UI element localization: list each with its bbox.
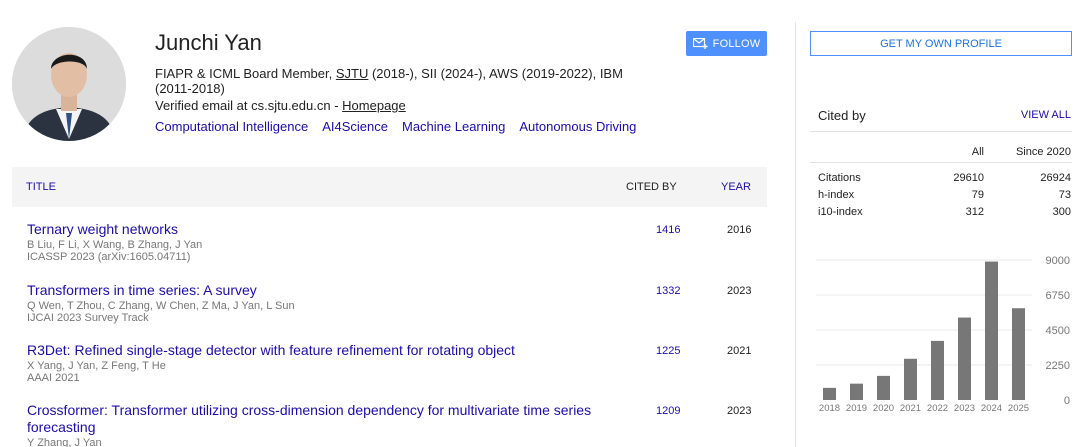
email-text: Verified email at cs.sjtu.edu.cn - [155,98,343,113]
affiliation-prefix: FIAPR & ICML Board Member, [155,66,336,81]
sort-by-title[interactable]: TITLE [26,181,56,193]
metric-since: 300 [1052,205,1071,218]
x-tick-label: 2023 [954,403,975,414]
get-own-profile-button[interactable]: GET MY OWN PROFILE [810,31,1072,56]
x-tick-label: 2018 [819,403,840,414]
interest-link[interactable]: Machine Learning [402,119,505,134]
col-since-label: Since 2020 [1015,146,1071,158]
verified-email: Verified email at cs.sjtu.edu.cn - Homep… [155,98,406,113]
x-tick-label: 2022 [927,403,948,414]
article-venue: IJCAI 2023 Survey Track [27,312,149,324]
sort-by-cited[interactable]: CITED BY [626,181,677,193]
profile-avatar [12,27,126,141]
follow-button[interactable]: FOLLOW [686,31,767,56]
metric-label: Citations [818,171,861,184]
metric-all: 79 [971,188,984,201]
bar-2021[interactable] [904,358,917,400]
metric-row-i10-index: i10-index 312 300 [818,203,1071,220]
table-row: R3Det: Refined single-stage detector wit… [27,342,767,384]
view-all-link[interactable]: VIEW ALL [1021,109,1071,121]
divider [810,131,1072,132]
bar-2025[interactable] [1012,308,1025,400]
homepage-link[interactable]: Homepage [342,98,406,113]
bar-2019[interactable] [850,383,863,400]
table-row: Crossformer: Transformer utilizing cross… [27,402,767,447]
article-year: 2021 [727,345,752,357]
x-tick-label: 2024 [981,403,1002,414]
article-title[interactable]: Transformers in time series: A survey [27,282,617,299]
article-title[interactable]: Ternary weight networks [27,221,617,238]
citation-metrics-table: All Since 2020 Citations 29610 26924 h-i… [818,141,1071,220]
avatar-photo [12,27,126,141]
metric-label: i10-index [818,205,863,218]
metric-row-citations: Citations 29610 26924 [818,169,1071,186]
x-tick-label: 2021 [900,403,921,414]
metric-all: 312 [965,205,984,218]
table-row: Ternary weight networks B Liu, F Li, X W… [27,221,767,263]
article-venue: ICASSP 2023 (arXiv:1605.04711) [27,251,191,263]
article-authors: Q Wen, T Zhou, C Zhang, W Chen, Z Ma, J … [27,300,295,312]
article-authors: Y Zhang, J Yan [27,437,102,447]
cited-by-count[interactable]: 1225 [656,345,680,357]
article-authors: X Yang, J Yan, Z Feng, T He [27,360,166,372]
y-tick-label: 4500 [1046,325,1070,337]
bar-2023[interactable] [958,317,971,400]
table-row: Transformers in time series: A survey Q … [27,282,767,324]
interest-link[interactable]: Computational Intelligence [155,119,308,134]
x-tick-label: 2025 [1008,403,1029,414]
bar-2020[interactable] [877,375,890,400]
y-tick-label: 6750 [1046,290,1070,302]
y-tick-label: 9000 [1046,255,1070,267]
mail-plus-icon [692,38,708,49]
article-year: 2016 [727,224,752,236]
bar-2022[interactable] [931,340,944,400]
cited-by-heading: Cited by [818,108,866,123]
y-tick-label: 0 [1064,395,1070,407]
cited-by-count[interactable]: 1416 [656,224,680,236]
interest-link[interactable]: AI4Science [322,119,388,134]
x-tick-label: 2019 [846,403,867,414]
follow-label: FOLLOW [712,37,761,50]
sort-by-year[interactable]: YEAR [721,181,751,193]
metric-since: 73 [1058,188,1071,201]
col-all-label: All [971,146,984,158]
bar-2018[interactable] [823,387,836,400]
article-year: 2023 [727,285,752,297]
article-authors: B Liu, F Li, X Wang, B Zhang, J Yan [27,239,203,251]
article-venue: AAAI 2021 [27,372,80,384]
article-title[interactable]: Crossformer: Transformer utilizing cross… [27,402,617,436]
affiliation-link-sjtu[interactable]: SJTU [336,66,369,81]
bar-2024[interactable] [985,261,998,400]
article-title[interactable]: R3Det: Refined single-stage detector wit… [27,342,617,359]
citations-per-year-chart: 9000 6750 4500 2250 0 2018 2019 2020 2021 2022 202… [816,255,1070,414]
y-tick-label: 2250 [1046,360,1070,372]
research-interests: Computational Intelligence AI4Science Ma… [155,119,636,134]
column-divider [795,22,796,447]
metrics-header-row: All Since 2020 [818,141,1071,163]
metric-row-h-index: h-index 79 73 [818,186,1071,203]
metric-all: 29610 [953,171,984,184]
x-tick-label: 2020 [873,403,894,414]
profile-name: Junchi Yan [155,30,262,55]
metric-since: 26924 [1040,171,1071,184]
articles-table-header: TITLE CITED BY YEAR [12,167,767,207]
article-year: 2023 [727,405,752,417]
profile-affiliation: FIAPR & ICML Board Member, SJTU (2018-),… [155,66,655,96]
cited-by-count[interactable]: 1209 [656,405,680,417]
interest-link[interactable]: Autonomous Driving [519,119,636,134]
cited-by-count[interactable]: 1332 [656,285,680,297]
metric-label: h-index [818,188,855,201]
